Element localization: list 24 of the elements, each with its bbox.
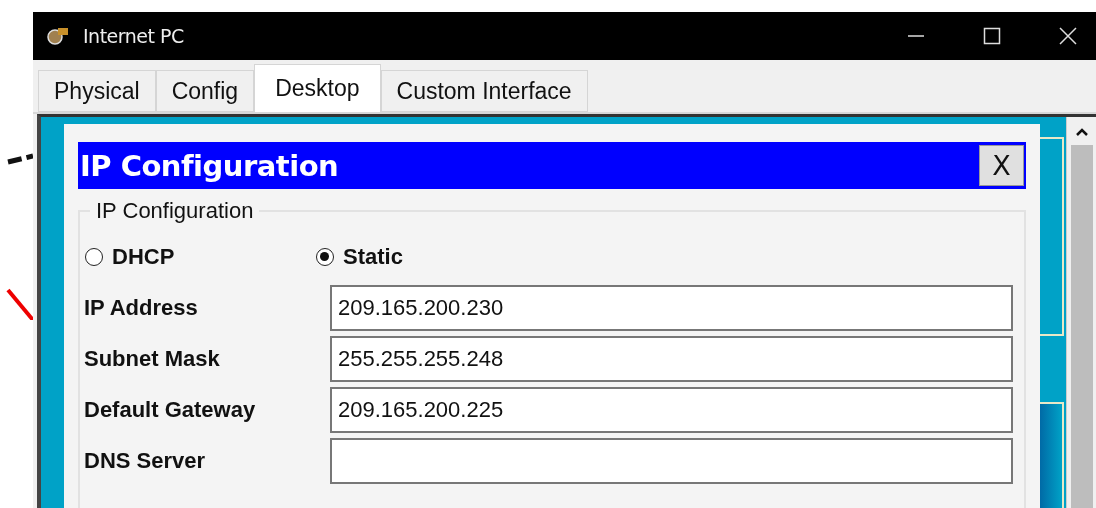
radio-button[interactable] [85, 248, 103, 266]
dialog-title: IP Configuration [80, 148, 339, 183]
scroll-up-icon[interactable] [1074, 127, 1089, 137]
input-field[interactable]: 209.165.200.230 [330, 284, 1013, 331]
input-field[interactable]: 209.165.200.225 [330, 386, 1013, 433]
tab[interactable]: Physical [38, 70, 156, 112]
tab[interactable]: Config [155, 70, 255, 112]
field-label: DNS Server [84, 447, 207, 474]
field-label: Default Gateway [84, 396, 257, 423]
tab[interactable]: Desktop [254, 64, 381, 112]
input-field[interactable] [330, 437, 1013, 484]
input-field[interactable]: 255.255.255.248 [330, 335, 1013, 382]
radio-label: Static [343, 244, 403, 270]
app-icon [47, 27, 69, 45]
field-label: IP Address [84, 294, 199, 321]
radio-label: DHCP [112, 244, 175, 270]
tab[interactable]: Custom Interface [380, 70, 588, 112]
close-icon[interactable] [1058, 26, 1078, 46]
window-title: Internet PC [83, 25, 184, 47]
radio-button[interactable] [316, 248, 334, 266]
close-button[interactable]: X [979, 145, 1024, 186]
scrollbar[interactable] [1066, 117, 1096, 508]
field-label: Subnet Mask [84, 345, 221, 372]
maximize-icon[interactable] [982, 26, 1002, 46]
